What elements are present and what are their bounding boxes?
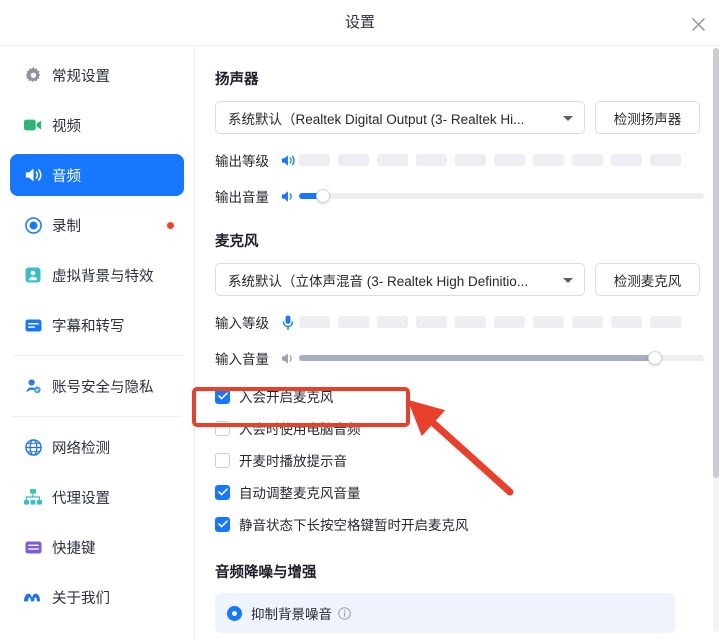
option-label: 自动调整麦克风音量 xyxy=(239,482,361,502)
person-card-icon xyxy=(20,267,46,283)
hierarchy-icon xyxy=(20,489,46,505)
microphone-device-value: 系统默认（立体声混音 (3- Realtek High Definitio... xyxy=(228,270,528,290)
speaker-small-icon xyxy=(277,154,299,167)
info-circle-icon[interactable] xyxy=(338,607,351,620)
chevron-down-icon xyxy=(563,278,573,283)
close-icon[interactable] xyxy=(686,12,710,36)
sidebar-item-label: 录制 xyxy=(52,215,81,236)
speaker-device-value: 系统默认（Realtek Digital Output (3- Realtek … xyxy=(228,108,524,128)
input-volume-slider[interactable] xyxy=(299,355,704,361)
sidebar-item-label: 音频 xyxy=(52,165,81,186)
speaker-device-row: 系统默认（Realtek Digital Output (3- Realtek … xyxy=(215,101,720,134)
content-scrollbar[interactable] xyxy=(713,48,719,632)
checkbox-auto-adjust-mic[interactable] xyxy=(215,485,230,500)
option-label: 开麦时播放提示音 xyxy=(239,450,347,470)
checkbox-use-computer-audio[interactable] xyxy=(215,421,230,436)
video-camera-icon xyxy=(20,118,46,132)
option-label: 入会时使用电脑音频 xyxy=(239,418,361,438)
option-auto-adjust-mic[interactable]: 自动调整麦克风音量 xyxy=(215,481,720,503)
sidebar-item-label: 关于我们 xyxy=(52,587,110,608)
sidebar-item-recording[interactable]: 录制 xyxy=(10,204,184,246)
noise-option-label: 抑制背景噪音 xyxy=(251,603,332,623)
option-label: 静音状态下长按空格键暂时开启麦克风 xyxy=(239,514,469,534)
status-badge xyxy=(167,222,174,229)
output-level-label: 输出等级 xyxy=(215,150,277,170)
sidebar-item-label: 虚拟背景与特效 xyxy=(52,265,154,286)
scrollbar-thumb[interactable] xyxy=(713,48,719,478)
record-circle-icon xyxy=(20,217,46,234)
checkbox-mic-on-join[interactable] xyxy=(215,389,230,404)
settings-window: 设置 常规设置 视频 音频 xyxy=(0,0,720,640)
gear-icon xyxy=(20,67,46,84)
sidebar-item-video[interactable]: 视频 xyxy=(10,104,184,146)
brand-logo-icon xyxy=(20,592,46,603)
chevron-down-icon xyxy=(563,116,573,121)
noise-suppression-option[interactable]: 抑制背景噪音 xyxy=(215,593,675,633)
globe-icon xyxy=(20,439,46,456)
speaker-volume-row: 输出音量 xyxy=(215,186,720,206)
microphone-icon xyxy=(277,315,299,330)
caption-icon xyxy=(20,319,46,332)
settings-content: 扬声器 系统默认（Realtek Digital Output (3- Real… xyxy=(196,46,720,640)
input-level-label: 输入等级 xyxy=(215,312,277,332)
sidebar-item-label: 代理设置 xyxy=(52,487,110,508)
option-mic-on-join[interactable]: 入会开启麦克风 xyxy=(215,385,720,407)
keyboard-icon xyxy=(20,541,46,554)
output-volume-handle[interactable] xyxy=(316,189,330,203)
title-bar: 设置 xyxy=(0,0,720,46)
person-shield-icon xyxy=(20,378,46,394)
noise-section-heading: 音频降噪与增强 xyxy=(215,561,720,582)
microphone-section-heading: 麦克风 xyxy=(215,230,720,251)
sidebar-divider xyxy=(12,355,182,356)
sidebar-item-label: 网络检测 xyxy=(52,437,110,458)
microphone-device-select[interactable]: 系统默认（立体声混音 (3- Realtek High Definitio... xyxy=(215,263,585,296)
checkbox-push-to-talk[interactable] xyxy=(215,517,230,532)
sidebar-item-label: 视频 xyxy=(52,115,81,136)
option-push-to-talk[interactable]: 静音状态下长按空格键暂时开启麦克风 xyxy=(215,513,720,535)
speaker-device-select[interactable]: 系统默认（Realtek Digital Output (3- Realtek … xyxy=(215,101,585,134)
muted-speaker-icon xyxy=(277,352,299,365)
sidebar-item-account-security[interactable]: 账号安全与隐私 xyxy=(10,365,184,407)
sidebar-item-network-test[interactable]: 网络检测 xyxy=(10,426,184,468)
page-title: 设置 xyxy=(0,0,720,46)
audio-options-list: 入会开启麦克风 入会时使用电脑音频 开麦时播放提示音 自动调整麦克风音量 xyxy=(196,385,720,535)
option-label: 入会开启麦克风 xyxy=(239,386,334,406)
output-volume-slider[interactable] xyxy=(299,193,704,199)
sidebar-divider xyxy=(12,416,182,417)
speaker-icon xyxy=(20,167,46,183)
sidebar-item-label: 常规设置 xyxy=(52,65,110,86)
test-microphone-button[interactable]: 检测麦克风 xyxy=(595,263,700,296)
microphone-device-row: 系统默认（立体声混音 (3- Realtek High Definitio...… xyxy=(215,263,720,296)
sidebar-item-audio[interactable]: 音频 xyxy=(10,154,184,196)
sidebar: 常规设置 视频 音频 录制 xyxy=(0,46,195,640)
test-speaker-button[interactable]: 检测扬声器 xyxy=(595,101,700,134)
input-level-meter xyxy=(299,316,681,328)
sidebar-item-captions[interactable]: 字幕和转写 xyxy=(10,304,184,346)
sidebar-item-label: 字幕和转写 xyxy=(52,315,125,336)
sidebar-item-virtual-background[interactable]: 虚拟背景与特效 xyxy=(10,254,184,296)
speaker-volume-icon xyxy=(277,190,299,203)
speaker-section-heading: 扬声器 xyxy=(215,68,720,89)
input-volume-handle[interactable] xyxy=(648,351,662,365)
sidebar-item-label: 账号安全与隐私 xyxy=(52,376,154,397)
input-volume-label: 输入音量 xyxy=(215,348,277,368)
option-play-sound-on-unmute[interactable]: 开麦时播放提示音 xyxy=(215,449,720,471)
microphone-level-row: 输入等级 xyxy=(215,312,720,332)
output-level-meter xyxy=(299,154,681,166)
radio-suppress-background-noise[interactable] xyxy=(227,606,242,621)
microphone-volume-row: 输入音量 xyxy=(215,348,720,368)
speaker-level-row: 输出等级 xyxy=(215,150,720,170)
sidebar-item-about[interactable]: 关于我们 xyxy=(10,576,184,618)
sidebar-item-general[interactable]: 常规设置 xyxy=(10,54,184,96)
sidebar-item-shortcuts[interactable]: 快捷键 xyxy=(10,526,184,568)
sidebar-item-proxy[interactable]: 代理设置 xyxy=(10,476,184,518)
output-volume-label: 输出音量 xyxy=(215,186,277,206)
checkbox-play-sound-on-unmute[interactable] xyxy=(215,453,230,468)
sidebar-item-label: 快捷键 xyxy=(52,537,96,558)
option-use-computer-audio[interactable]: 入会时使用电脑音频 xyxy=(215,417,720,439)
